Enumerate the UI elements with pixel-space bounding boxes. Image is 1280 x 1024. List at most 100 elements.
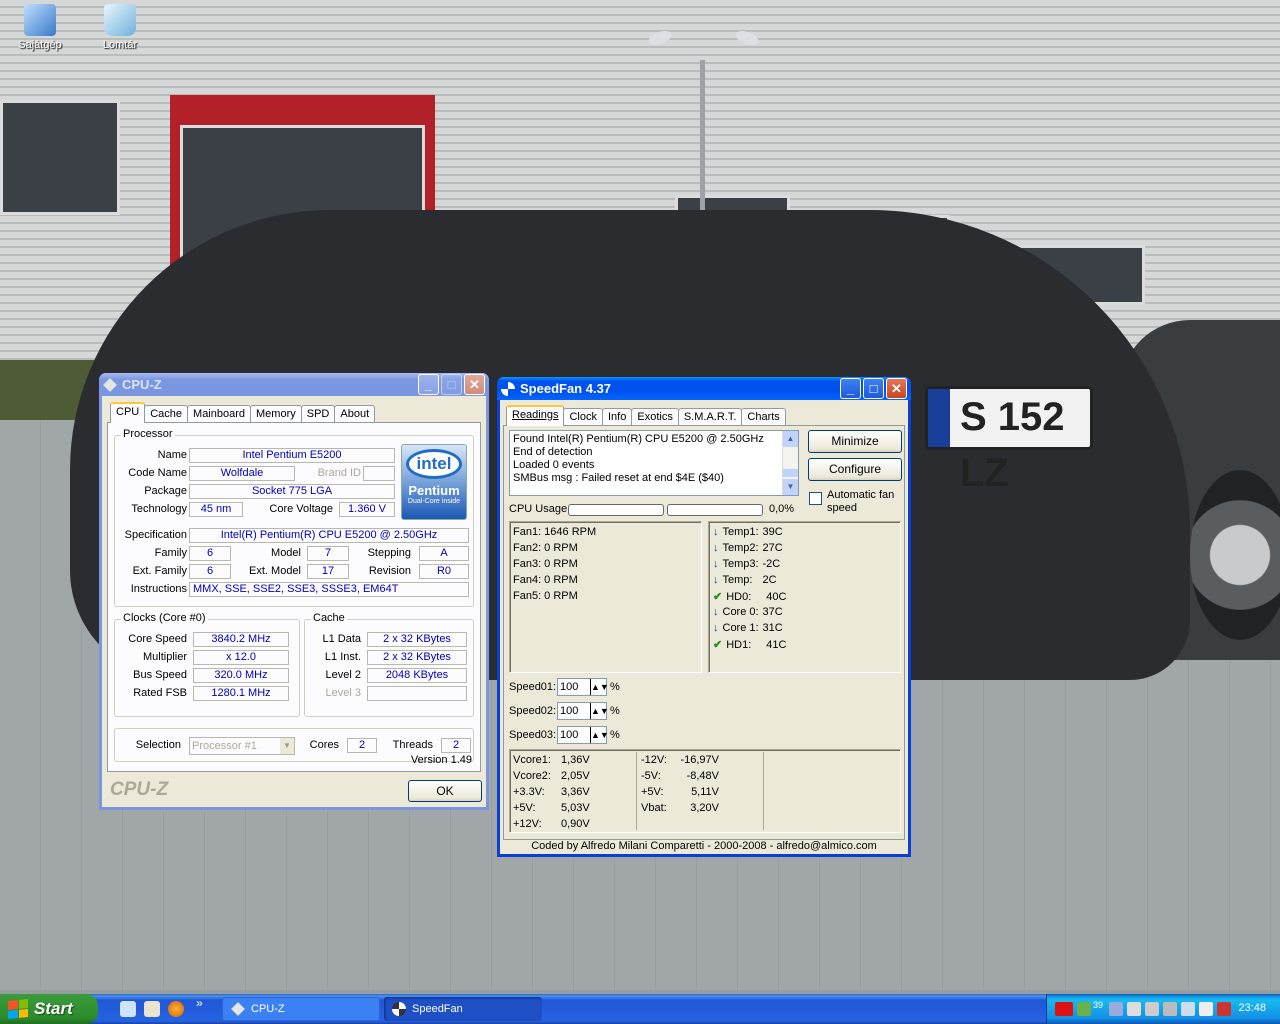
tab-exotics[interactable]: Exotics [631, 408, 679, 426]
extfamily-label: Ext. Family [132, 565, 187, 577]
speedfan-window[interactable]: SpeedFan 4.37 _ □ ✕ Readings Clock Info … [497, 377, 911, 857]
speedfan-titlebar[interactable]: SpeedFan 4.37 _ □ ✕ [497, 377, 911, 400]
tab-memory[interactable]: Memory [250, 405, 302, 423]
network-icon[interactable] [1077, 1002, 1091, 1016]
firefox-icon[interactable] [168, 1001, 184, 1017]
voltage-label: -12V: [641, 754, 667, 766]
clocks-group: Clocks (Core #0) Core Speed 3840.2 MHz M… [114, 612, 300, 717]
pentium-logo-text: Pentium [408, 483, 460, 498]
taskbar-item-label: CPU-Z [251, 1003, 285, 1015]
tab-smart[interactable]: S.M.A.R.T. [677, 408, 743, 426]
quicklaunch-desktop-icon[interactable] [120, 1001, 136, 1017]
start-button[interactable]: Start [0, 994, 98, 1024]
tab-info[interactable]: Info [602, 408, 633, 426]
speedfan-tray-icon[interactable] [1109, 1002, 1123, 1016]
taskbar-item-speedfan[interactable]: SpeedFan [384, 997, 542, 1021]
speed02-stepper[interactable]: 100 ▲▼ [557, 702, 609, 720]
safely-remove-icon[interactable] [1181, 1002, 1195, 1016]
voltage-value: 1.360 V [339, 502, 395, 517]
spinner-arrows-icon[interactable]: ▲▼ [590, 679, 609, 695]
cpuz-titlebar[interactable]: CPU-Z _ □ ✕ [99, 373, 489, 396]
log-scrollbar[interactable]: ▲ ▼ [782, 431, 798, 495]
configure-button[interactable]: Configure [808, 458, 902, 481]
tab-cpu[interactable]: CPU [110, 402, 146, 423]
license-plate: S 152 LZ [925, 386, 1093, 495]
taskbar-item-cpuz[interactable]: CPU-Z [222, 997, 380, 1021]
desktop-icon-my-computer[interactable]: Sajátgép [8, 4, 72, 51]
wallpaper-wheel [1190, 470, 1280, 640]
fan-app-icon [392, 1002, 406, 1016]
speedfan-body: Readings Clock Info Exotics S.M.A.R.T. C… [500, 400, 908, 854]
voltage-label: Core Voltage [269, 503, 333, 515]
scroll-up-icon[interactable]: ▲ [783, 431, 798, 447]
clock[interactable]: 23:48 [1238, 1002, 1266, 1014]
log-textarea[interactable]: Found Intel(R) Pentium(R) CPU E5200 @ 2.… [509, 430, 799, 496]
voltage-label: Vcore1: [513, 754, 551, 766]
ati-icon[interactable] [1055, 1002, 1073, 1016]
temp-label: Core 1: [722, 622, 759, 634]
speed01-label: Speed01: [509, 681, 557, 693]
quicklaunch-app-icon[interactable] [144, 1001, 160, 1017]
tab-clock[interactable]: Clock [563, 408, 603, 426]
close-button[interactable]: ✕ [464, 374, 485, 395]
temp-label: HD0: [726, 591, 752, 603]
voltage-value: 2,05V [561, 770, 590, 782]
speed03-stepper[interactable]: 100 ▲▼ [557, 726, 609, 744]
cpuz-footer-brand: CPU-Z [110, 779, 169, 800]
speed01-stepper[interactable]: 100 ▲▼ [557, 678, 609, 696]
selection-dropdown[interactable]: Processor #1 ▼ [189, 737, 295, 755]
cores-value: 2 [347, 738, 377, 753]
percent-unit: % [610, 681, 620, 693]
tab-cache[interactable]: Cache [144, 405, 189, 423]
cpuz-window[interactable]: CPU-Z _ □ ✕ CPU Cache Mainboard Memory S… [99, 373, 489, 810]
intel-pentium-logo: intel Pentium Dual-Core inside [401, 444, 467, 520]
scroll-thumb[interactable] [783, 469, 798, 477]
clocks-group-title: Clocks (Core #0) [121, 612, 208, 624]
minimize-button[interactable]: _ [418, 374, 439, 395]
brandid-label: Brand ID [317, 467, 361, 479]
quicklaunch-overflow-icon[interactable]: » [196, 996, 203, 1010]
speed01-value: 100 [560, 681, 579, 693]
volume-icon[interactable] [1145, 1002, 1159, 1016]
ok-button[interactable]: OK [408, 780, 482, 802]
maximize-button[interactable]: □ [863, 378, 884, 399]
processor-group: Processor Name Intel Pentium E5200 Code … [114, 428, 474, 607]
tab-readings[interactable]: Readings [506, 405, 565, 426]
security-shield-icon[interactable] [1217, 1002, 1231, 1016]
tray-app-icon[interactable] [1163, 1002, 1177, 1016]
desktop-icon-recycle-bin[interactable]: Lomtár [88, 4, 152, 51]
threads-label: Threads [392, 739, 433, 751]
l1-inst-label: L1 Inst. [324, 651, 361, 663]
minimize-button[interactable]: _ [840, 378, 861, 399]
tab-spd[interactable]: SPD [300, 405, 336, 423]
cpuz-version: Version 1.49 [410, 754, 472, 766]
stepping-label: Stepping [367, 547, 411, 559]
desktop-icon-label: Sajátgép [18, 39, 62, 51]
minimize-app-button[interactable]: Minimize [808, 430, 902, 453]
temps-panel: ↓ Temp1: 39C ↓ Temp2: 27C ↓ Temp3: -2C ↓ Temp: 2… [708, 521, 901, 673]
logo-tagline: Dual-Core inside [407, 498, 461, 505]
extfamily-value: 6 [189, 564, 231, 579]
tab-about[interactable]: About [334, 405, 376, 423]
cache-group-title: Cache [311, 612, 347, 624]
multiplier-value: x 12.0 [193, 650, 289, 665]
name-value: Intel Pentium E5200 [189, 448, 395, 463]
fan-reading: Fan4: 0 RPM [513, 574, 578, 586]
close-button[interactable]: ✕ [886, 378, 907, 399]
spinner-arrows-icon[interactable]: ▲▼ [590, 727, 609, 743]
scroll-down-icon[interactable]: ▼ [783, 479, 798, 495]
start-label: Start [34, 999, 73, 1018]
tray-app-icon[interactable] [1127, 1002, 1141, 1016]
tab-mainboard[interactable]: Mainboard [187, 405, 252, 423]
tray-app-icon[interactable] [1199, 1002, 1213, 1016]
tray-temp-readout[interactable]: 39 [1093, 1000, 1103, 1010]
checkmark-icon: ✔ [713, 591, 723, 603]
log-line: End of detection [513, 446, 593, 458]
auto-fan-checkbox[interactable] [809, 492, 822, 505]
fans-panel: Fan1: 1646 RPM Fan2: 0 RPM Fan3: 0 RPM F… [509, 521, 702, 673]
model-value: 7 [307, 546, 349, 561]
log-line: Loaded 0 events [513, 459, 595, 471]
spinner-arrows-icon[interactable]: ▲▼ [590, 703, 609, 719]
tab-charts[interactable]: Charts [741, 408, 786, 426]
voltage-label: +12V: [513, 818, 542, 830]
